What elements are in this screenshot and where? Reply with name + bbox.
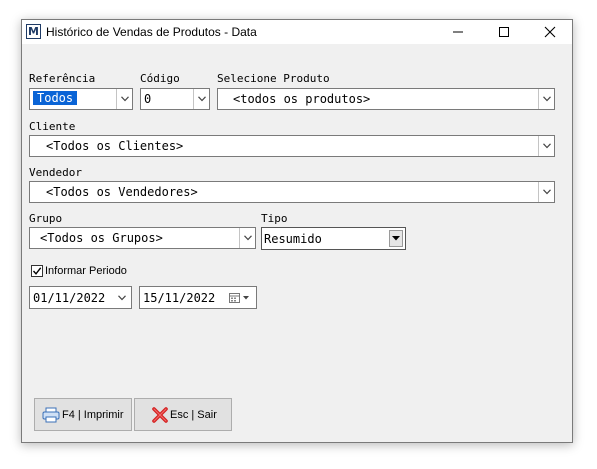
tipo-label: Tipo (261, 212, 288, 225)
imprimir-button-label: F4 | Imprimir (62, 409, 124, 421)
maximize-icon (499, 27, 509, 37)
grupo-value: <Todos os Grupos> (40, 231, 163, 245)
chevron-down-icon (198, 96, 206, 102)
chevron-down-icon (543, 189, 551, 195)
chevron-down-icon[interactable] (118, 295, 126, 301)
minimize-button[interactable] (435, 20, 481, 44)
referencia-dropdown-button[interactable] (116, 89, 132, 109)
referencia-value: Todos (33, 91, 78, 105)
produto-label: Selecione Produto (217, 72, 330, 85)
vendedor-select[interactable]: <Todos os Vendedores> (29, 181, 555, 203)
vendedor-dropdown-button[interactable] (538, 182, 554, 202)
imprimir-button[interactable]: F4 | Imprimir (34, 398, 132, 431)
cliente-value: <Todos os Clientes> (46, 139, 184, 153)
minimize-icon (453, 31, 463, 33)
referencia-selected-text: Todos (33, 91, 78, 105)
vendedor-value: <Todos os Vendedores> (46, 185, 198, 199)
chevron-down-icon (543, 143, 551, 149)
codigo-dropdown-button[interactable] (193, 89, 209, 109)
grupo-label: Grupo (29, 212, 63, 225)
data-fim-value: 15/11/2022 (143, 291, 216, 305)
chevron-down-icon (244, 235, 252, 241)
chevron-down-icon (121, 96, 129, 102)
cliente-select[interactable]: <Todos os Clientes> (29, 135, 555, 157)
close-button[interactable] (527, 20, 573, 44)
tipo-dropdown-button[interactable] (389, 230, 403, 247)
produto-dropdown-button[interactable] (538, 89, 554, 109)
data-fim-picker[interactable]: 15/11/2022 (139, 286, 257, 309)
sair-button-label: Esc | Sair (170, 409, 217, 421)
checkmark-icon (32, 267, 42, 275)
data-inicio-value: 01/11/2022 (33, 291, 106, 305)
informar-periodo-checkbox[interactable] (31, 265, 43, 277)
calendar-icon[interactable] (228, 291, 254, 305)
exit-x-icon (152, 407, 168, 423)
sair-button[interactable]: Esc | Sair (134, 398, 232, 431)
cliente-label: Cliente (29, 120, 76, 133)
tipo-value: Resumido (264, 232, 322, 246)
grupo-dropdown-button[interactable] (239, 228, 255, 248)
codigo-select[interactable]: 0 (140, 88, 210, 110)
chevron-down-icon (543, 96, 551, 102)
title-bar: M Histórico de Vendas de Produtos - Data (22, 20, 572, 44)
app-icon: M (26, 24, 41, 39)
maximize-button[interactable] (481, 20, 527, 44)
codigo-label: Código (140, 72, 180, 85)
vendedor-label: Vendedor (29, 166, 82, 179)
tipo-select[interactable]: Resumido (261, 227, 406, 250)
dialog-window: M Histórico de Vendas de Produtos - Data… (21, 19, 573, 443)
codigo-value: 0 (144, 92, 152, 106)
referencia-label: Referência (29, 72, 96, 85)
produto-value: <todos os produtos> (233, 92, 371, 106)
cliente-dropdown-button[interactable] (538, 136, 554, 156)
grupo-select[interactable]: <Todos os Grupos> (29, 227, 256, 249)
close-icon (544, 26, 556, 38)
data-inicio-picker[interactable]: 01/11/2022 (29, 286, 132, 309)
window-title: Histórico de Vendas de Produtos - Data (46, 25, 257, 39)
informar-periodo-label[interactable]: Informar Periodo (45, 265, 127, 277)
produto-select[interactable]: <todos os produtos> (217, 88, 555, 110)
printer-icon (42, 407, 60, 423)
referencia-select[interactable]: Todos (29, 88, 133, 110)
triangle-down-icon (392, 236, 400, 241)
